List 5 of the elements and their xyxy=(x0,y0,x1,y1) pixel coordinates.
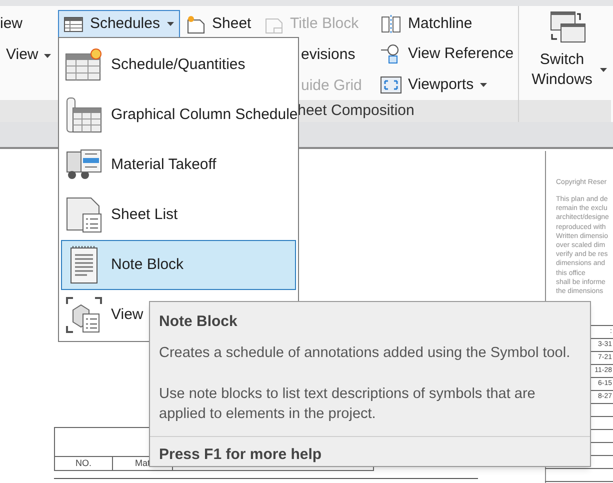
tooltip-text: Use note blocks to list text descriptions of symbols that are applied to elements in the project. xyxy=(159,384,536,424)
table-header: NO. xyxy=(55,457,113,470)
help-hint: Press F1 for more help xyxy=(150,436,590,466)
tooltip-text: Creates a schedule of annotations added using the Symbol tool. xyxy=(159,344,572,362)
tooltip-title: Note Block xyxy=(158,312,238,332)
